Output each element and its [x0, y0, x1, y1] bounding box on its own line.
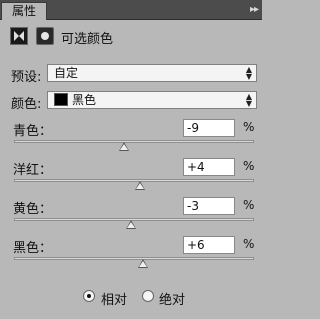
radio-relative[interactable]: [83, 290, 95, 302]
panel-menu-button[interactable]: ▸▸: [230, 3, 259, 16]
colors-value: 黑色: [72, 93, 97, 107]
slider-label: 青色：: [13, 124, 53, 139]
yellow-value-input[interactable]: -3: [183, 197, 235, 215]
colors-select[interactable]: 黑色 ▲ ▼: [47, 91, 257, 109]
color-swatch: [54, 93, 68, 106]
radio-absolute[interactable]: [142, 290, 154, 302]
slider-thumb[interactable]: [119, 142, 129, 151]
cyan-value-input[interactable]: -9: [183, 119, 235, 137]
preset-value: 自定: [54, 66, 79, 80]
radio-label-relative[interactable]: 相对: [101, 289, 127, 308]
slider-thumb[interactable]: [126, 220, 136, 229]
slider-track[interactable]: [14, 179, 254, 182]
slider-thumb[interactable]: [138, 259, 148, 268]
adjustment-title: 可选颜色: [61, 32, 114, 47]
slider-track[interactable]: [14, 140, 254, 143]
properties-panel: 属性 ▸▸ 可选颜色 预设: 自定 ▲▼ 颜色: 黑色 ▲▼ 青色： -9: [0, 0, 262, 319]
percent-sign: %: [243, 120, 255, 134]
tab-properties[interactable]: 属性: [1, 2, 47, 20]
percent-sign: %: [243, 198, 255, 212]
magenta-value-input[interactable]: +4: [183, 158, 235, 176]
slider-label: 黑色：: [13, 241, 53, 256]
select-arrows-icon: ▲ ▼: [245, 65, 252, 81]
slider-track[interactable]: [14, 257, 254, 260]
select-arrows-icon: ▲ ▼: [245, 92, 252, 108]
percent-sign: %: [243, 237, 255, 251]
slider-thumb[interactable]: [135, 181, 145, 190]
black-value-input[interactable]: +6: [183, 236, 235, 254]
slider-label: 黄色：: [13, 202, 53, 217]
mask-icon[interactable]: [36, 27, 54, 45]
percent-sign: %: [243, 159, 255, 173]
slider-label: 洋红：: [13, 163, 53, 178]
adjustment-header: 可选颜色: [0, 20, 262, 54]
preset-select[interactable]: 自定 ▲ ▼: [47, 64, 257, 82]
selective-color-icon[interactable]: [10, 27, 28, 45]
colors-label: 颜色:: [11, 97, 42, 112]
preset-label: 预设:: [11, 70, 42, 85]
radio-label-absolute[interactable]: 绝对: [159, 289, 185, 308]
panel-titlebar: 属性 ▸▸: [0, 0, 262, 20]
